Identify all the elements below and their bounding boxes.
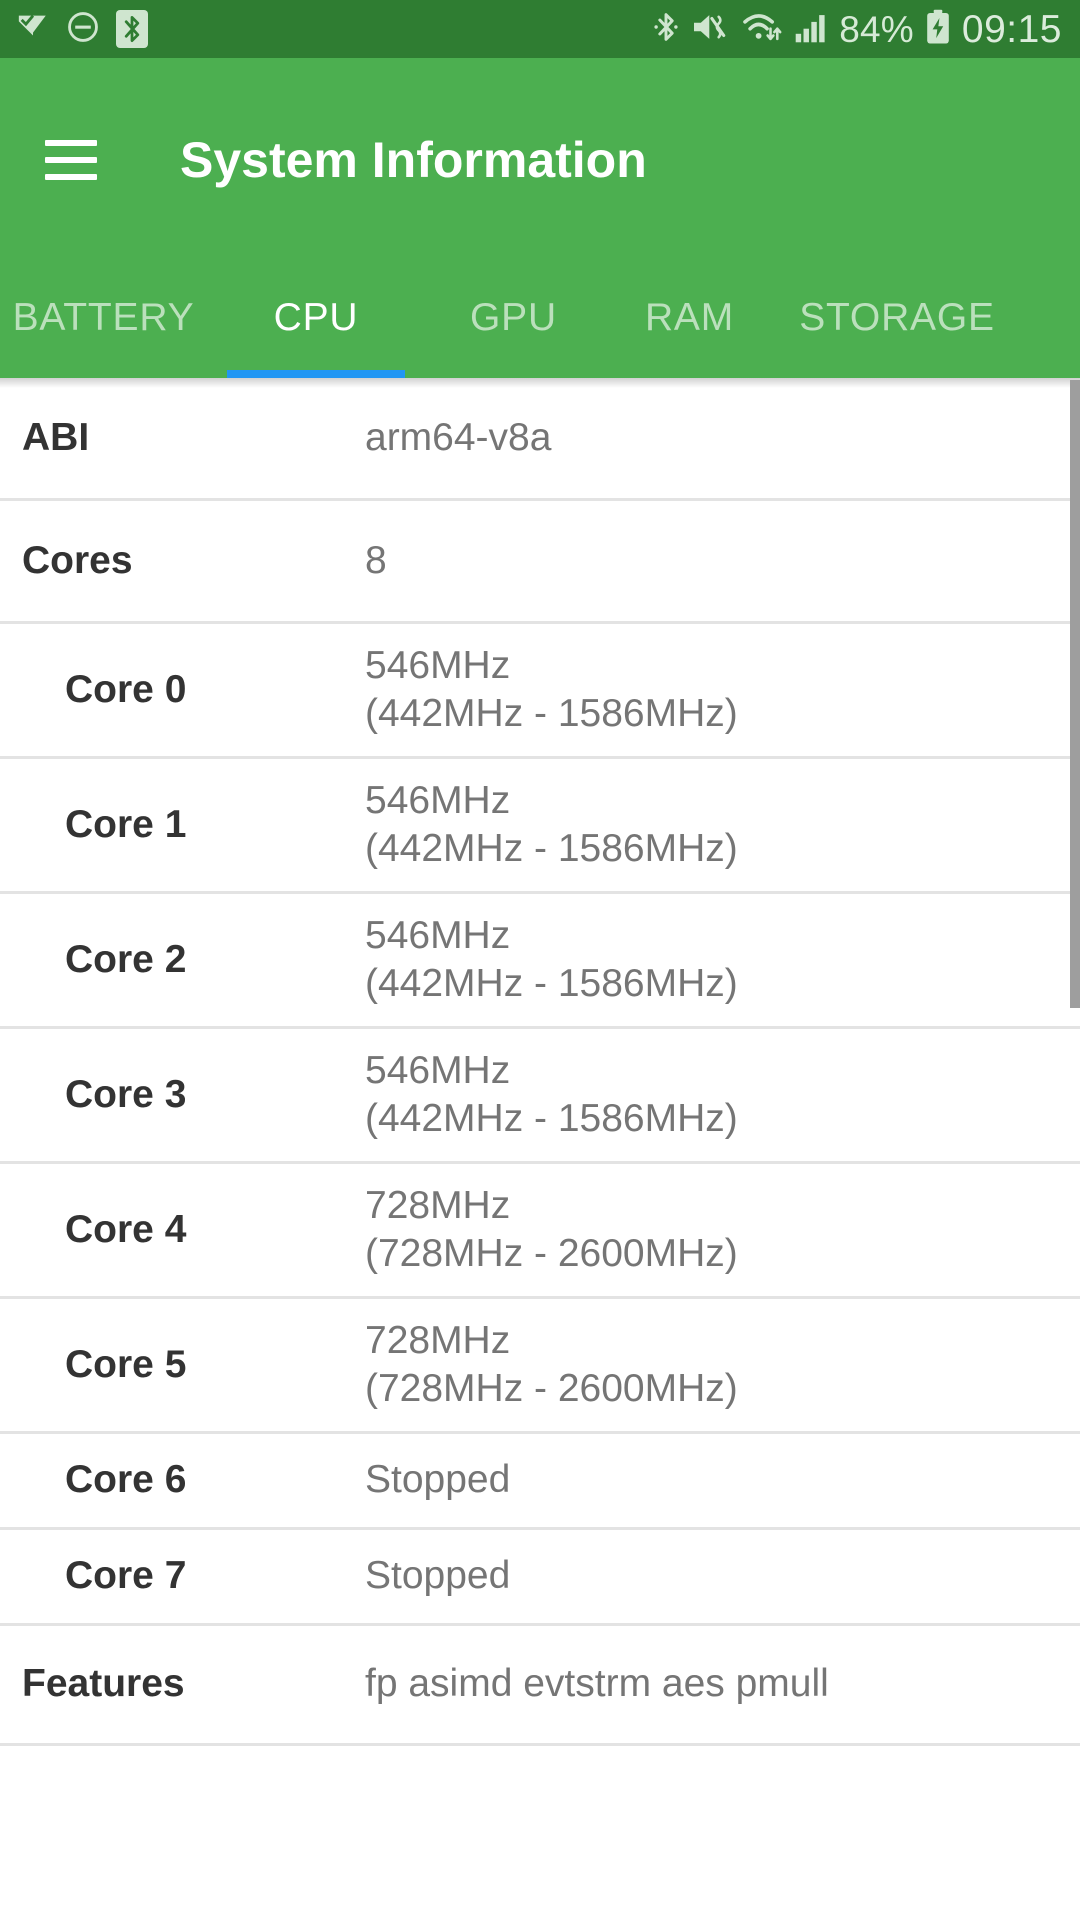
- row-label: Core 4: [65, 1207, 187, 1251]
- row-value: 546MHz (442MHz - 1586MHz): [365, 642, 738, 737]
- table-row-core-2[interactable]: Core 2 546MHz (442MHz - 1586MHz): [0, 894, 1080, 1029]
- row-value-line1: 728MHz: [365, 1319, 511, 1363]
- row-label: Core 5: [65, 1342, 187, 1386]
- status-bar-clock: 09:15: [961, 7, 1062, 51]
- tab-gpu[interactable]: GPU: [425, 258, 602, 378]
- menu-line-1: [45, 140, 97, 146]
- tab-storage-label: STORAGE: [799, 296, 995, 339]
- row-value: arm64-v8a: [365, 415, 552, 459]
- row-value: Stopped: [365, 1458, 511, 1502]
- cellular-signal-icon: [794, 10, 828, 49]
- row-label: Core 0: [65, 667, 187, 711]
- row-label: ABI: [22, 415, 90, 459]
- table-row-features[interactable]: Features fp asimd evtstrm aes pmull: [0, 1626, 1080, 1746]
- menu-line-3: [45, 174, 97, 180]
- row-value: 728MHz (728MHz - 2600MHz): [365, 1182, 738, 1277]
- row-value-line2: (728MHz - 2600MHz): [365, 1232, 738, 1275]
- tab-cpu-label: CPU: [273, 296, 359, 339]
- row-value: fp asimd evtstrm aes pmull: [365, 1662, 829, 1706]
- table-row-cores[interactable]: Cores 8: [0, 501, 1080, 624]
- battery-percent-label: 84%: [839, 8, 914, 50]
- row-label: Features: [22, 1662, 185, 1706]
- row-value-line2: (442MHz - 1586MHz): [365, 962, 738, 1005]
- row-value-line1: 546MHz: [365, 779, 511, 823]
- status-bar-left-icons: [16, 10, 148, 49]
- hamburger-menu-icon[interactable]: [45, 140, 97, 180]
- row-label: Core 3: [65, 1072, 187, 1116]
- table-row-core-3[interactable]: Core 3 546MHz (442MHz - 1586MHz): [0, 1029, 1080, 1164]
- table-row-core-7[interactable]: Core 7 Stopped: [0, 1530, 1080, 1626]
- row-value-line2: (442MHz - 1586MHz): [365, 827, 738, 870]
- table-row-core-0[interactable]: Core 0 546MHz (442MHz - 1586MHz): [0, 624, 1080, 759]
- download-check-icon: [16, 10, 50, 49]
- bluetooth-chip-icon: [116, 10, 148, 48]
- row-value: 546MHz (442MHz - 1586MHz): [365, 777, 738, 872]
- tab-strip[interactable]: BATTERY CPU GPU RAM STORAGE: [0, 258, 1080, 378]
- row-label: Core 1: [65, 802, 187, 846]
- row-value-line2: (728MHz - 2600MHz): [365, 1367, 738, 1410]
- tab-battery-label: BATTERY: [12, 296, 195, 339]
- tab-storage[interactable]: STORAGE: [777, 258, 1017, 378]
- row-value: Stopped: [365, 1554, 511, 1598]
- tab-ram-label: RAM: [644, 296, 735, 339]
- wifi-transfer-icon: [741, 10, 783, 49]
- tab-indicator-active: [226, 370, 406, 378]
- row-value-line2: (442MHz - 1586MHz): [365, 1097, 738, 1140]
- status-bar: 84% 09:15: [0, 0, 1080, 58]
- row-value: 546MHz (442MHz - 1586MHz): [365, 1047, 738, 1142]
- row-value-line1: 546MHz: [365, 1049, 511, 1093]
- page-title: System Information: [180, 132, 647, 188]
- tab-ram[interactable]: RAM: [602, 258, 777, 378]
- bluetooth-connected-icon: [651, 10, 681, 49]
- row-value: 8: [365, 538, 387, 582]
- row-label: Cores: [22, 538, 133, 582]
- row-value: 546MHz (442MHz - 1586MHz): [365, 912, 738, 1007]
- app-bar: System Information BATTERY CPU GPU RAM S…: [0, 58, 1080, 378]
- table-row-abi[interactable]: ABI arm64-v8a: [0, 378, 1080, 501]
- row-label: Core 6: [65, 1458, 187, 1502]
- cpu-info-list[interactable]: ABI arm64-v8a Cores 8 Core 0 546MHz (442…: [0, 378, 1080, 1920]
- battery-charging-icon: [925, 9, 951, 50]
- table-row-core-4[interactable]: Core 4 728MHz (728MHz - 2600MHz): [0, 1164, 1080, 1299]
- row-value-line1: 546MHz: [365, 644, 511, 688]
- do-not-disturb-icon: [66, 10, 100, 49]
- tab-gpu-label: GPU: [470, 296, 557, 339]
- row-value-line1: 728MHz: [365, 1184, 511, 1228]
- row-label: Core 7: [65, 1554, 187, 1598]
- app-bar-top: System Information: [0, 100, 1080, 220]
- row-label: Core 2: [65, 937, 187, 981]
- row-value-line1: 546MHz: [365, 914, 511, 958]
- table-row-core-5[interactable]: Core 5 728MHz (728MHz - 2600MHz): [0, 1299, 1080, 1434]
- menu-line-2: [45, 157, 97, 163]
- phone-screen: 84% 09:15 System Information BATTERY CPU…: [0, 0, 1080, 1920]
- table-row-core-1[interactable]: Core 1 546MHz (442MHz - 1586MHz): [0, 759, 1080, 894]
- table-row-core-6[interactable]: Core 6 Stopped: [0, 1434, 1080, 1530]
- row-value: 728MHz (728MHz - 2600MHz): [365, 1317, 738, 1412]
- row-value-line2: (442MHz - 1586MHz): [365, 692, 738, 735]
- status-bar-right-icons: 84% 09:15: [651, 9, 1062, 50]
- tab-battery[interactable]: BATTERY: [0, 258, 207, 378]
- mute-vibrate-icon: [692, 10, 730, 49]
- tab-cpu[interactable]: CPU: [207, 258, 425, 378]
